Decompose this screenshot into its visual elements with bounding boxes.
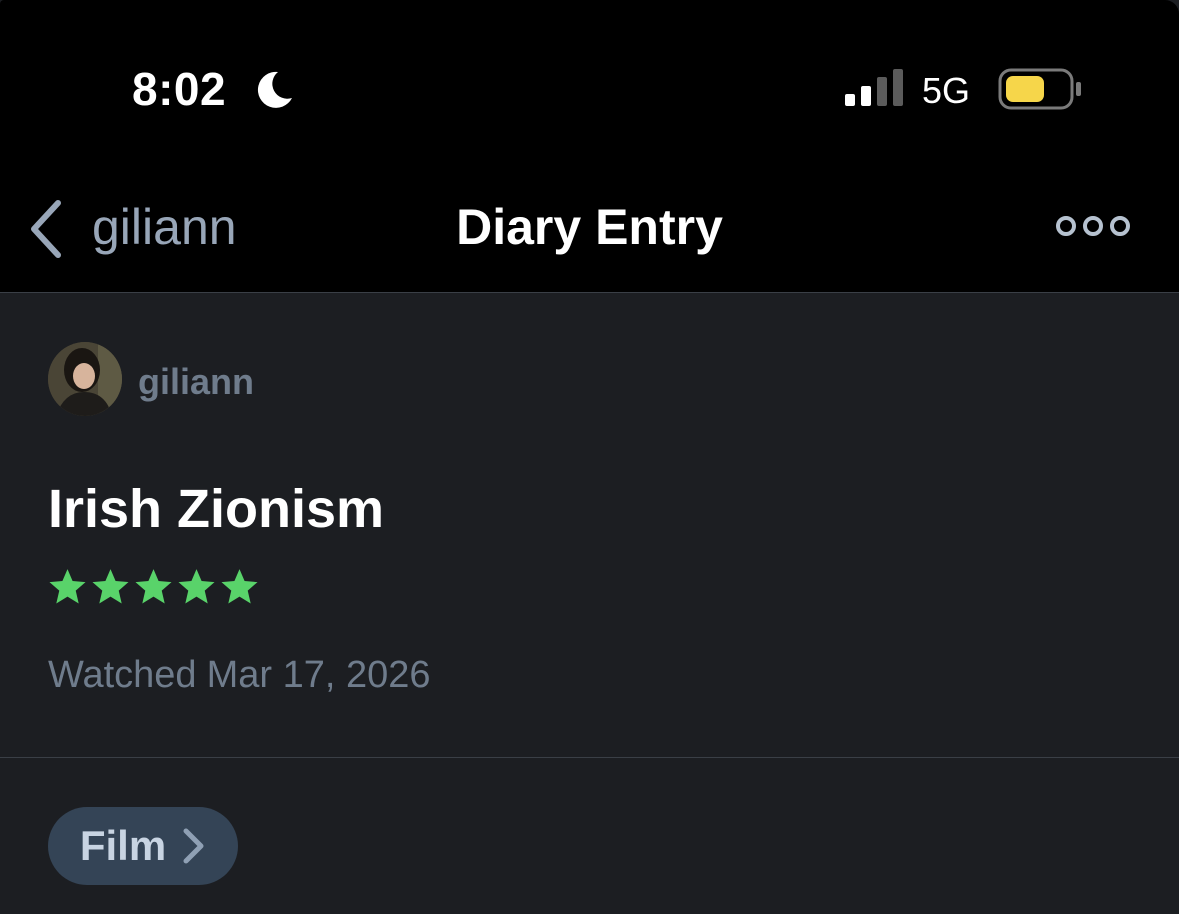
network-type: 5G [922, 70, 971, 111]
star-icon [135, 569, 172, 604]
top-bar: 8:02 5G giliann Diary Entry [0, 0, 1179, 292]
film-chip-button[interactable]: Film [48, 807, 238, 885]
battery-icon [998, 68, 1081, 110]
star-icon [49, 569, 86, 604]
status-time: 8:02 [132, 63, 227, 115]
star-icon [92, 569, 129, 604]
star-icon [178, 569, 215, 604]
more-dots-icon[interactable] [1052, 208, 1132, 244]
star-rating [46, 566, 261, 608]
watched-date: Mar 17, 2026 [206, 654, 431, 696]
username[interactable]: giliann [138, 361, 254, 403]
star-icon [221, 569, 258, 604]
moon-icon [257, 71, 292, 108]
chevron-right-icon [183, 828, 204, 864]
signal-bars-icon [845, 69, 903, 106]
film-title[interactable]: Irish Zionism [48, 478, 384, 540]
avatar[interactable] [48, 342, 122, 416]
avatar-image [48, 342, 122, 416]
page-title: Diary Entry [456, 199, 723, 255]
watched-label: Watched [48, 654, 197, 696]
film-chip-label: Film [79, 822, 167, 869]
section-divider [0, 757, 1179, 758]
watched-date-line: Watched Mar 17, 2026 [48, 654, 440, 697]
